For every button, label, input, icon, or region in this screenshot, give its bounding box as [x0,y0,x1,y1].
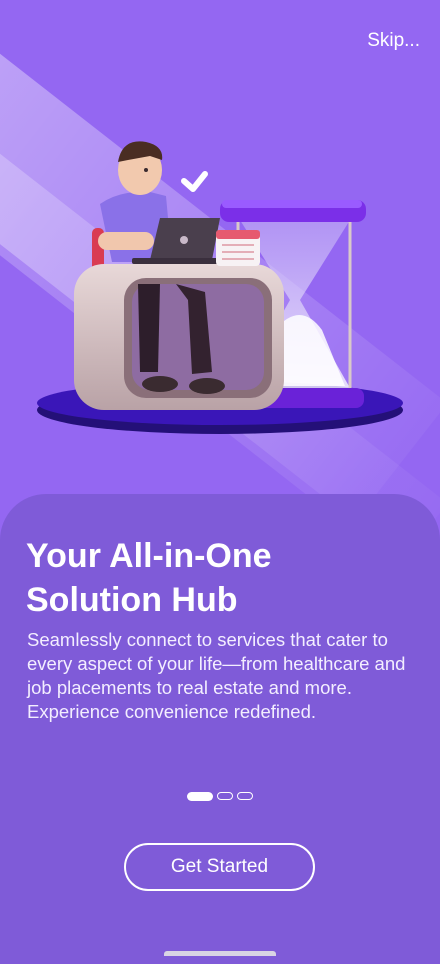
calendar-icon [216,230,260,266]
page-dot[interactable] [217,792,233,800]
page-dot[interactable] [237,792,253,800]
checkmark-icon [181,171,208,192]
title-line: Solution Hub [26,581,238,619]
page-title: Your All-in-One Solution Hub [26,534,426,622]
description-text: Seamlessly connect to services that cate… [27,629,406,722]
page-indicator [187,792,253,801]
get-started-button[interactable]: Get Started [124,843,315,891]
onboarding-illustration [37,141,403,434]
title-line: Your All-in-One [26,537,272,575]
home-indicator [164,951,276,956]
page-dot-active[interactable] [187,792,213,801]
